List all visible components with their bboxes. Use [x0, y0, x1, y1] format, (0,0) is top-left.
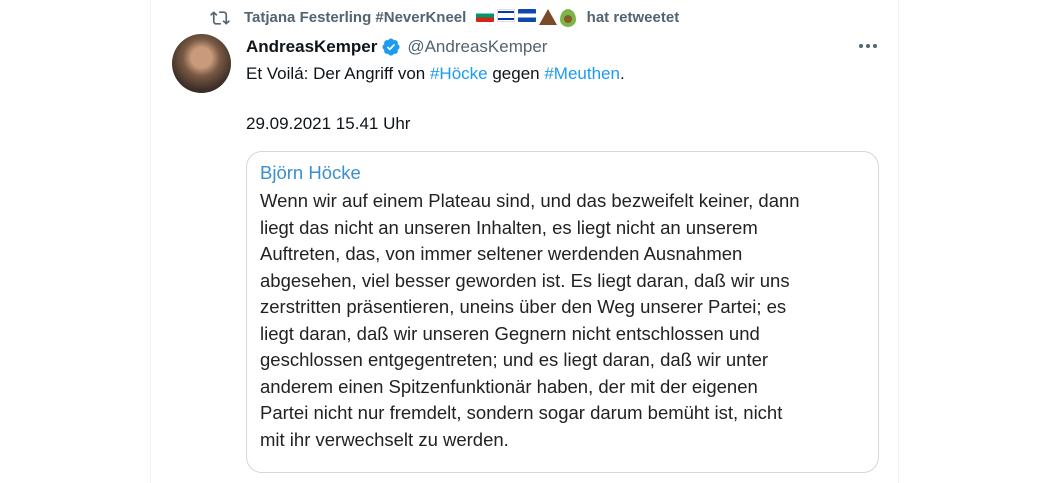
- retweet-suffix: hat retweetet: [586, 8, 680, 26]
- quote-line: geschlossen entgegentreten; und es liegt…: [260, 349, 769, 370]
- quote-line: Auftreten, das, von immer seltener werde…: [260, 243, 743, 264]
- display-name[interactable]: AndreasKemper: [246, 37, 377, 57]
- quote-line: mit ihr verwechselt zu werden.: [260, 428, 509, 450]
- quote-line: liegt daran, daß wir unseren Gegnern nic…: [260, 322, 760, 344]
- quote-body: Wenn wir auf einem Plateau sind, und das…: [260, 188, 870, 453]
- flag-bulgaria-icon: [476, 9, 495, 23]
- tweet-text-part: Et Voilá: Der Angriff von: [246, 64, 430, 83]
- tweet-text: Et Voilá: Der Angriff von #Höcke gegen #…: [246, 63, 625, 85]
- quote-author: Björn Höcke: [260, 162, 361, 183]
- quote-line: Wenn wir auf einem Plateau sind, und das…: [260, 190, 800, 211]
- verified-badge-icon: [382, 38, 400, 56]
- hashtag-link[interactable]: #Meuthen: [544, 64, 620, 83]
- tweet-text-part: .: [619, 64, 625, 83]
- retweet-icon: [210, 11, 230, 25]
- quote-line: anderem einen Spitzenfunktionär haben, d…: [260, 375, 758, 397]
- tweet-date-text: 29.09.2021 15.41 Uhr: [246, 114, 411, 133]
- quote-line: liegt das nicht an unseren Inhalten, es …: [260, 216, 758, 238]
- quote-line: zerstritten präsentieren, uneins über de…: [260, 296, 787, 317]
- tweet-header: AndreasKemper @AndreasKemper: [246, 36, 547, 58]
- avatar[interactable]: [172, 34, 231, 93]
- volcano-icon: [539, 9, 558, 26]
- avocado-icon: [560, 9, 577, 28]
- flag-el-salvador-icon: [518, 9, 537, 23]
- quote-line: abgesehen, viel besser geworden ist. Es …: [260, 269, 790, 291]
- tweet-text-part: gegen: [487, 64, 545, 83]
- retweeter-name[interactable]: Tatjana Festerling #NeverKneel: [244, 9, 466, 26]
- quote-image-card[interactable]: Björn Höcke Wenn wir auf einem Plateau s…: [246, 151, 879, 473]
- flag-israel-icon: [497, 9, 516, 23]
- quote-line: Partei nicht nur fremdelt, sondern sogar…: [260, 402, 783, 423]
- emoji-group: [476, 9, 577, 28]
- hashtag-link[interactable]: #Höcke: [430, 64, 488, 83]
- retweet-context[interactable]: Tatjana Festerling #NeverKneel hat retwe…: [210, 8, 679, 28]
- more-options-icon[interactable]: [855, 36, 881, 56]
- user-handle[interactable]: @AndreasKemper: [407, 37, 547, 57]
